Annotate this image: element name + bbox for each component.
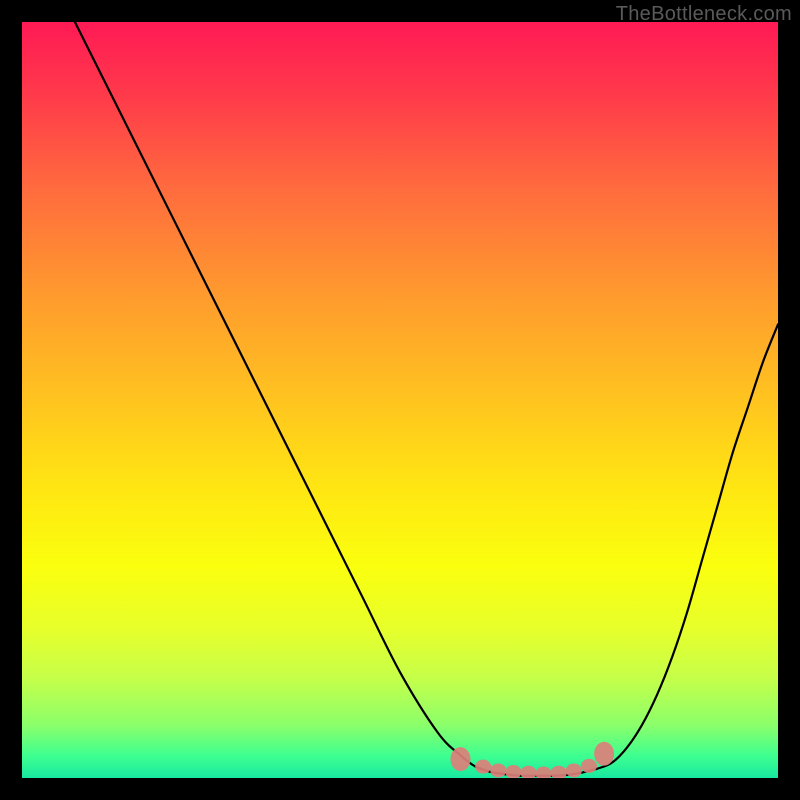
marker-blob	[581, 759, 597, 773]
marker-blob	[450, 747, 470, 771]
watermark-text: TheBottleneck.com	[616, 3, 792, 26]
marker-blob	[536, 766, 552, 778]
marker-blob	[475, 760, 491, 774]
marker-blob	[551, 766, 567, 778]
plot-area	[22, 22, 778, 778]
marker-blob	[594, 742, 614, 766]
chart-frame: TheBottleneck.com	[0, 0, 800, 800]
marker-blob	[505, 765, 521, 778]
curve-left	[75, 22, 506, 774]
curve-right	[597, 324, 778, 769]
marker-blob	[521, 766, 537, 778]
curve-layer	[22, 22, 778, 778]
marker-blob	[490, 763, 506, 777]
marker-blobs	[450, 742, 614, 778]
marker-blob	[566, 763, 582, 777]
